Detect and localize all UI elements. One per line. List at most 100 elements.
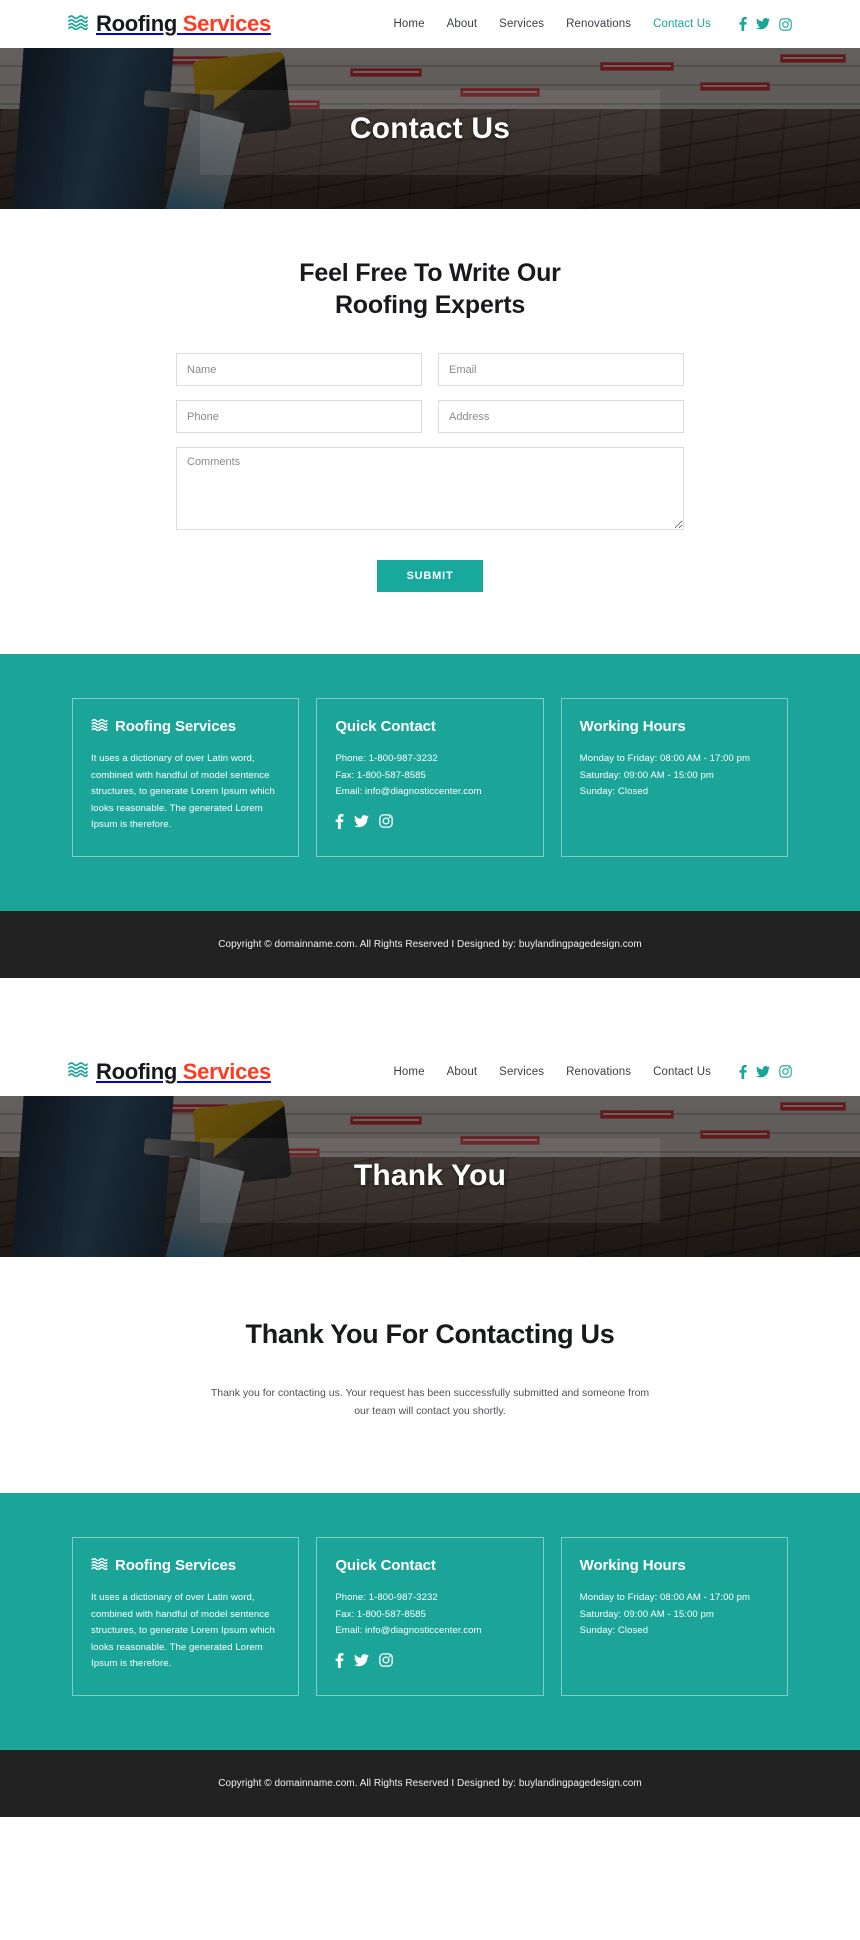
footer-working-hours-column: Working Hours Monday to Friday: 08:00 AM… <box>560 1537 788 1696</box>
footer-phone: Phone: 1-800-987-3232 <box>335 753 438 764</box>
brand-text: Roofing Services <box>96 1059 271 1085</box>
header-social-links <box>739 1064 792 1079</box>
footer-social-links <box>335 813 524 829</box>
site-header-thankyou: Roofing Services Home About Services Ren… <box>0 1047 860 1096</box>
contact-form-section: Feel Free To Write Our Roofing Experts S… <box>0 209 860 654</box>
footer-about-title-text: Roofing Services <box>115 718 236 735</box>
waves-icon <box>91 1557 108 1574</box>
twitter-icon[interactable] <box>354 814 370 828</box>
facebook-icon[interactable] <box>739 17 747 31</box>
twitter-icon[interactable] <box>756 1065 770 1078</box>
nav-item-renovations[interactable]: Renovations <box>566 1066 631 1078</box>
footer-about-title: Roofing Services <box>91 718 280 735</box>
submit-row: SUBMIT <box>176 560 684 592</box>
footer-working-hours-column: Working Hours Monday to Friday: 08:00 AM… <box>560 698 788 857</box>
brand-logo[interactable]: Roofing Services <box>68 11 271 37</box>
footer-working-hours-details: Monday to Friday: 08:00 AM - 17:00 pm Sa… <box>580 1590 769 1640</box>
footer-working-hours-title-text: Working Hours <box>579 1557 686 1575</box>
copyright-text: Copyright © domainname.com. All Rights R… <box>218 1777 642 1789</box>
brand-text: Roofing Services <box>96 11 271 37</box>
copyright-bar: Copyright © domainname.com. All Rights R… <box>0 910 860 978</box>
instagram-icon[interactable] <box>779 17 792 31</box>
instagram-icon[interactable] <box>379 814 394 828</box>
footer-quick-contact-details: Phone: 1-800-987-3232 Fax: 1-800-587-858… <box>335 1590 524 1640</box>
footer-columns: Roofing Services It uses a dictionary of… <box>72 698 788 857</box>
hours-weekdays: Monday to Friday: 08:00 AM - 17:00 pm <box>579 753 751 764</box>
hours-sunday: Sunday: Closed <box>579 1625 649 1637</box>
comments-textarea[interactable] <box>176 447 684 530</box>
form-heading-line1: Feel Free To Write Our <box>299 259 561 287</box>
instagram-icon[interactable] <box>379 1653 394 1668</box>
phone-input[interactable] <box>176 400 422 433</box>
brand-text-primary: Roofing <box>96 11 177 36</box>
waves-icon <box>68 1061 88 1082</box>
nav-item-services[interactable]: Services <box>499 1066 544 1078</box>
brand-text-accent: Services <box>182 1058 271 1084</box>
footer-working-hours-title: Working Hours <box>580 1557 769 1574</box>
nav-item-home[interactable]: Home <box>394 1066 425 1078</box>
header-social-links <box>739 17 792 31</box>
footer-about-text: It uses a dictionary of over Latin word,… <box>91 1592 275 1670</box>
twitter-icon[interactable] <box>354 1653 370 1667</box>
footer-phone: Phone: 1-800-987-3232 <box>335 1592 438 1604</box>
thank-you-message: Thank you for contacting us. Your reques… <box>210 1386 650 1418</box>
copyright-bar-thankyou: Copyright © domainname.com. All Rights R… <box>0 1749 860 1817</box>
footer-working-hours-title-text: Working Hours <box>579 718 686 735</box>
nav-item-home[interactable]: Home <box>394 18 425 30</box>
name-input[interactable] <box>176 353 422 386</box>
nav-item-contact-us[interactable]: Contact Us <box>653 1066 711 1078</box>
hero-title-thankyou: Thank You <box>353 1159 507 1192</box>
form-row-1 <box>176 353 684 386</box>
footer-quick-contact-title-text: Quick Contact <box>335 718 436 735</box>
form-row-2 <box>176 400 684 433</box>
facebook-icon[interactable] <box>335 813 344 829</box>
footer-email: Email: info@diagnosticcenter.com <box>335 786 482 797</box>
page-separator <box>0 977 860 1048</box>
hours-weekdays: Monday to Friday: 08:00 AM - 17:00 pm <box>579 1592 751 1604</box>
footer-email: Email: info@diagnosticcenter.com <box>335 1625 482 1637</box>
nav-item-contact-us[interactable]: Contact Us <box>653 18 711 30</box>
waves-icon <box>68 14 88 35</box>
hours-sunday: Sunday: Closed <box>579 786 649 797</box>
email-input[interactable] <box>438 353 684 386</box>
brand-text-accent: Services <box>182 11 271 36</box>
footer-quick-contact-title: Quick Contact <box>335 1557 524 1574</box>
footer-about-title-text: Roofing Services <box>115 1557 236 1575</box>
footer-fax: Fax: 1-800-587-8585 <box>335 1608 426 1620</box>
footer-about-text: It uses a dictionary of over Latin word,… <box>91 753 275 830</box>
submit-button[interactable]: SUBMIT <box>376 560 484 592</box>
footer-about-column: Roofing Services It uses a dictionary of… <box>72 698 300 857</box>
thank-you-title: Thank You For Contacting Us <box>245 1318 615 1349</box>
facebook-icon[interactable] <box>739 1064 747 1079</box>
footer-about-column: Roofing Services It uses a dictionary of… <box>72 1537 300 1696</box>
hours-saturday: Saturday: 09:00 AM - 15:00 pm <box>579 1608 714 1620</box>
hero-banner-contact: Contact Us <box>0 48 860 209</box>
nav-item-services[interactable]: Services <box>499 18 544 30</box>
waves-icon <box>91 718 108 735</box>
hero-banner-thankyou: Thank You <box>0 1095 860 1257</box>
site-footer-thankyou: Roofing Services It uses a dictionary of… <box>0 1493 860 1750</box>
footer-quick-contact-title: Quick Contact <box>335 718 524 735</box>
address-input[interactable] <box>438 400 684 433</box>
footer-fax: Fax: 1-800-587-8585 <box>335 769 426 781</box>
site-footer: Roofing Services It uses a dictionary of… <box>0 654 860 911</box>
site-header: Roofing Services Home About Services Ren… <box>0 0 860 48</box>
footer-working-hours-details: Monday to Friday: 08:00 AM - 17:00 pm Sa… <box>580 751 769 801</box>
instagram-icon[interactable] <box>779 1065 792 1078</box>
primary-navigation: Home About Services Renovations Contact … <box>394 17 792 31</box>
footer-social-links <box>335 1652 524 1668</box>
footer-columns: Roofing Services It uses a dictionary of… <box>72 1537 788 1696</box>
twitter-icon[interactable] <box>756 18 770 30</box>
brand-logo[interactable]: Roofing Services <box>68 1059 271 1085</box>
nav-item-about[interactable]: About <box>447 18 478 30</box>
brand-text-primary: Roofing <box>96 1058 177 1084</box>
footer-quick-contact-column: Quick Contact Phone: 1-800-987-3232 Fax:… <box>316 698 544 857</box>
footer-quick-contact-details: Phone: 1-800-987-3232 Fax: 1-800-587-858… <box>335 751 524 801</box>
hours-saturday: Saturday: 09:00 AM - 15:00 pm <box>579 769 714 781</box>
nav-item-about[interactable]: About <box>447 1066 478 1078</box>
nav-item-renovations[interactable]: Renovations <box>566 18 631 30</box>
footer-quick-contact-column: Quick Contact Phone: 1-800-987-3232 Fax:… <box>316 1537 544 1696</box>
facebook-icon[interactable] <box>335 1652 344 1668</box>
copyright-text: Copyright © domainname.com. All Rights R… <box>218 938 642 950</box>
primary-navigation-thankyou: Home About Services Renovations Contact … <box>394 1064 792 1079</box>
